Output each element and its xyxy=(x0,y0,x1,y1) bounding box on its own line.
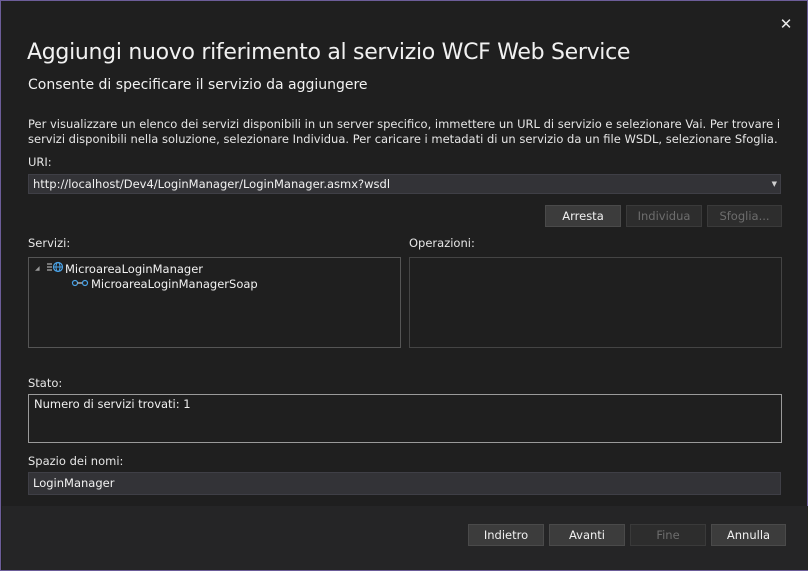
finish-button[interactable]: Fine xyxy=(630,524,706,546)
dialog-footer: Indietro Avanti Fine Annulla xyxy=(2,506,808,570)
cancel-button[interactable]: Annulla xyxy=(711,524,786,546)
back-button[interactable]: Indietro xyxy=(468,524,544,546)
sfoglia-button[interactable]: Sfoglia... xyxy=(707,205,782,227)
services-label: Servizi: xyxy=(28,236,71,250)
close-icon[interactable]: ✕ xyxy=(780,15,793,33)
next-button[interactable]: Avanti xyxy=(549,524,625,546)
namespace-value[interactable]: LoginManager xyxy=(33,476,114,490)
instructions-text: Per visualizzare un elenco dei servizi d… xyxy=(28,117,781,146)
status-label: Stato: xyxy=(28,376,63,390)
uri-label: URI: xyxy=(28,155,52,169)
chevron-down-icon[interactable]: ▼ xyxy=(772,175,777,193)
status-text: Numero di servizi trovati: 1 xyxy=(34,397,191,411)
tree-node-label[interactable]: MicroareaLoginManagerSoap xyxy=(91,277,258,291)
individua-button[interactable]: Individua xyxy=(626,205,702,227)
add-wcf-service-dialog: ✕ Aggiungi nuovo riferimento al servizio… xyxy=(0,0,808,571)
operations-list[interactable] xyxy=(409,257,782,348)
close-button[interactable]: ✕ xyxy=(775,13,797,35)
tree-node-label[interactable]: MicroareaLoginManager xyxy=(65,262,203,276)
tree-node-endpoint[interactable]: MicroareaLoginManagerSoap xyxy=(71,277,258,291)
dialog-title: Aggiungi nuovo riferimento al servizio W… xyxy=(27,40,631,65)
operations-label: Operazioni: xyxy=(409,236,475,250)
namespace-label: Spazio dei nomi: xyxy=(28,454,124,468)
web-service-icon xyxy=(47,261,65,276)
uri-combobox[interactable]: http://localhost/Dev4/LoginManager/Login… xyxy=(28,174,781,194)
uri-value[interactable]: http://localhost/Dev4/LoginManager/Login… xyxy=(33,177,390,191)
arresta-button[interactable]: Arresta xyxy=(545,205,621,227)
services-tree[interactable]: ◢ MicroareaLoginManager MicroareaLoginMa… xyxy=(28,257,401,348)
tree-node-service[interactable]: ◢ MicroareaLoginManager xyxy=(35,261,203,276)
status-box: Numero di servizi trovati: 1 xyxy=(28,394,782,443)
dialog-subtitle: Consente di specificare il servizio da a… xyxy=(28,77,368,93)
endpoint-icon xyxy=(71,277,91,291)
namespace-input[interactable]: LoginManager xyxy=(28,472,781,495)
expand-arrow-icon[interactable]: ◢ xyxy=(35,265,47,272)
